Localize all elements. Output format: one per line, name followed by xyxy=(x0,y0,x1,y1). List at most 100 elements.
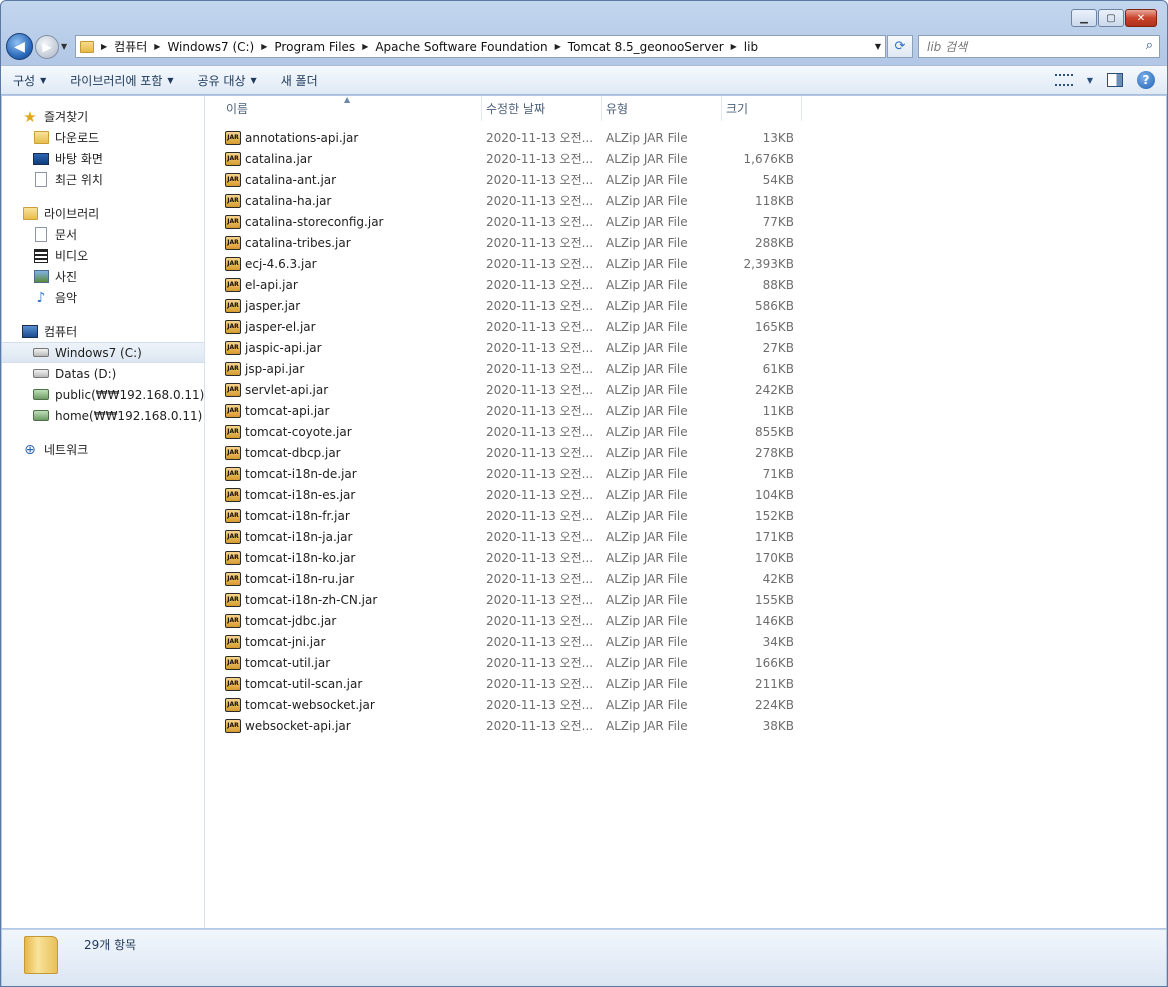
column-header-name[interactable]: 이름 xyxy=(222,96,482,121)
include-library-button[interactable]: 라이브러리에 포함 ▼ xyxy=(58,66,185,94)
file-row[interactable]: JAR tomcat-websocket.jar 2020-11-13 오전... A… xyxy=(222,694,802,715)
organize-button[interactable]: 구성 ▼ xyxy=(1,66,58,94)
breadcrumb-arrow-icon[interactable]: ▶ xyxy=(261,42,267,51)
file-name-cell[interactable]: JAR tomcat-i18n-ja.jar xyxy=(222,529,482,544)
file-name-cell[interactable]: JAR tomcat-i18n-zh-CN.jar xyxy=(222,592,482,607)
file-row[interactable]: JAR tomcat-i18n-ru.jar 2020-11-13 오전... ALZ… xyxy=(222,568,802,589)
file-row[interactable]: JAR jasper.jar 2020-11-13 오전... ALZip JAR F… xyxy=(222,295,802,316)
sidebar-item-documents[interactable]: 문서 xyxy=(2,224,204,245)
column-header-type[interactable]: 유형 xyxy=(602,96,722,121)
file-name-cell[interactable]: JAR catalina.jar xyxy=(222,151,482,166)
change-view-icon[interactable] xyxy=(1054,74,1073,86)
file-row[interactable]: JAR tomcat-util.jar 2020-11-13 오전... ALZip … xyxy=(222,652,802,673)
file-name-cell[interactable]: JAR jasper-el.jar xyxy=(222,319,482,334)
file-name-cell[interactable]: JAR tomcat-coyote.jar xyxy=(222,424,482,439)
file-row[interactable]: JAR catalina-ant.jar 2020-11-13 오전... ALZip… xyxy=(222,169,802,190)
sidebar-item-drive-y[interactable]: public(₩₩192.168.0.11) (Y:) xyxy=(2,384,204,405)
search-icon[interactable]: ⌕ xyxy=(1146,38,1153,53)
file-row[interactable]: JAR tomcat-util-scan.jar 2020-11-13 오전... A… xyxy=(222,673,802,694)
file-row[interactable]: JAR tomcat-jni.jar 2020-11-13 오전... ALZip J… xyxy=(222,631,802,652)
file-name-cell[interactable]: JAR tomcat-dbcp.jar xyxy=(222,445,482,460)
file-row[interactable]: JAR catalina.jar 2020-11-13 오전... ALZip JAR… xyxy=(222,148,802,169)
preview-pane-icon[interactable] xyxy=(1107,73,1123,87)
file-name-cell[interactable]: JAR tomcat-i18n-fr.jar xyxy=(222,508,482,523)
breadcrumb-arrow-icon[interactable]: ▶ xyxy=(101,42,107,51)
sidebar-item-downloads[interactable]: 다운로드 xyxy=(2,127,204,148)
new-folder-button[interactable]: 새 폴더 xyxy=(269,66,330,94)
file-name-cell[interactable]: JAR jasper.jar xyxy=(222,298,482,313)
file-name-cell[interactable]: JAR tomcat-api.jar xyxy=(222,403,482,418)
file-name-cell[interactable]: JAR jsp-api.jar xyxy=(222,361,482,376)
share-with-button[interactable]: 공유 대상 ▼ xyxy=(186,66,269,94)
column-header-date[interactable]: 수정한 날짜 xyxy=(482,96,602,121)
file-row[interactable]: JAR tomcat-i18n-fr.jar 2020-11-13 오전... ALZ… xyxy=(222,505,802,526)
file-name-cell[interactable]: JAR tomcat-i18n-ru.jar xyxy=(222,571,482,586)
file-row[interactable]: JAR servlet-api.jar 2020-11-13 오전... ALZip … xyxy=(222,379,802,400)
file-row[interactable]: JAR tomcat-i18n-de.jar 2020-11-13 오전... ALZ… xyxy=(222,463,802,484)
search-input[interactable] xyxy=(927,39,1127,54)
file-name-cell[interactable]: JAR tomcat-jdbc.jar xyxy=(222,613,482,628)
file-row[interactable]: JAR tomcat-api.jar 2020-11-13 오전... ALZip J… xyxy=(222,400,802,421)
file-name-cell[interactable]: JAR tomcat-jni.jar xyxy=(222,634,482,649)
sidebar-computer[interactable]: 컴퓨터 xyxy=(2,321,204,342)
file-row[interactable]: JAR tomcat-coyote.jar 2020-11-13 오전... ALZi… xyxy=(222,421,802,442)
file-row[interactable]: JAR ecj-4.6.3.jar 2020-11-13 오전... ALZip JA… xyxy=(222,253,802,274)
file-name-cell[interactable]: JAR catalina-storeconfig.jar xyxy=(222,214,482,229)
file-name-cell[interactable]: JAR tomcat-i18n-es.jar xyxy=(222,487,482,502)
sidebar-item-music[interactable]: ♪ 음악 xyxy=(2,287,204,308)
file-name-cell[interactable]: JAR ecj-4.6.3.jar xyxy=(222,256,482,271)
breadcrumb-apache[interactable]: Apache Software Foundation xyxy=(375,40,547,54)
address-dropdown-icon[interactable]: ▼ xyxy=(875,42,881,51)
file-row[interactable]: JAR tomcat-i18n-ko.jar 2020-11-13 오전... ALZ… xyxy=(222,547,802,568)
sidebar-item-drive-c[interactable]: Windows7 (C:) xyxy=(2,342,204,363)
file-name-cell[interactable]: JAR annotations-api.jar xyxy=(222,130,482,145)
close-button[interactable]: ✕ xyxy=(1125,9,1157,27)
file-name-cell[interactable]: JAR jaspic-api.jar xyxy=(222,340,482,355)
breadcrumb-arrow-icon[interactable]: ▶ xyxy=(154,42,160,51)
breadcrumb-program-files[interactable]: Program Files xyxy=(274,40,355,54)
file-row[interactable]: JAR tomcat-dbcp.jar 2020-11-13 오전... ALZip … xyxy=(222,442,802,463)
sidebar-item-pictures[interactable]: 사진 xyxy=(2,266,204,287)
file-row[interactable]: JAR jsp-api.jar 2020-11-13 오전... ALZip JAR … xyxy=(222,358,802,379)
file-row[interactable]: JAR jasper-el.jar 2020-11-13 오전... ALZip JA… xyxy=(222,316,802,337)
search-box[interactable]: ⌕ xyxy=(918,35,1160,58)
sidebar-item-desktop[interactable]: 바탕 화면 xyxy=(2,148,204,169)
breadcrumb-lib[interactable]: lib xyxy=(744,40,758,54)
help-icon[interactable]: ? xyxy=(1137,71,1155,89)
file-name-cell[interactable]: JAR websocket-api.jar xyxy=(222,718,482,733)
forward-button[interactable]: ▶ xyxy=(35,35,59,59)
file-name-cell[interactable]: JAR tomcat-util-scan.jar xyxy=(222,676,482,691)
file-name-cell[interactable]: JAR catalina-ha.jar xyxy=(222,193,482,208)
file-name-cell[interactable]: JAR tomcat-util.jar xyxy=(222,655,482,670)
file-name-cell[interactable]: JAR el-api.jar xyxy=(222,277,482,292)
file-name-cell[interactable]: JAR tomcat-i18n-ko.jar xyxy=(222,550,482,565)
minimize-button[interactable]: ▁ xyxy=(1071,9,1097,27)
file-row[interactable]: JAR tomcat-jdbc.jar 2020-11-13 오전... ALZip … xyxy=(222,610,802,631)
back-button[interactable]: ◀ xyxy=(6,33,33,60)
sidebar-item-drive-d[interactable]: Datas (D:) xyxy=(2,363,204,384)
file-name-cell[interactable]: JAR tomcat-i18n-de.jar xyxy=(222,466,482,481)
file-row[interactable]: JAR tomcat-i18n-zh-CN.jar 2020-11-13 오전...… xyxy=(222,589,802,610)
sidebar-libraries[interactable]: 라이브러리 xyxy=(2,203,204,224)
breadcrumb-computer[interactable]: 컴퓨터 xyxy=(114,38,147,55)
breadcrumb-arrow-icon[interactable]: ▶ xyxy=(555,42,561,51)
file-row[interactable]: JAR el-api.jar 2020-11-13 오전... ALZip JAR F… xyxy=(222,274,802,295)
file-row[interactable]: JAR tomcat-i18n-ja.jar 2020-11-13 오전... ALZ… xyxy=(222,526,802,547)
file-name-cell[interactable]: JAR servlet-api.jar xyxy=(222,382,482,397)
file-name-cell[interactable]: JAR catalina-ant.jar xyxy=(222,172,482,187)
refresh-button[interactable]: ⟳ xyxy=(887,35,913,58)
file-row[interactable]: JAR tomcat-i18n-es.jar 2020-11-13 오전... ALZ… xyxy=(222,484,802,505)
sidebar-favorites[interactable]: ★ 즐겨찾기 xyxy=(2,106,204,127)
column-header-size[interactable]: 크기 xyxy=(722,96,802,121)
file-name-cell[interactable]: JAR catalina-tribes.jar xyxy=(222,235,482,250)
sidebar-network[interactable]: ⊕ 네트워크 xyxy=(2,439,204,460)
breadcrumb-arrow-icon[interactable]: ▶ xyxy=(731,42,737,51)
file-row[interactable]: JAR websocket-api.jar 2020-11-13 오전... ALZi… xyxy=(222,715,802,736)
sidebar-item-drive-z[interactable]: home(₩₩192.168.0.11) (Z:) xyxy=(2,405,204,426)
sidebar-item-videos[interactable]: 비디오 xyxy=(2,245,204,266)
view-dropdown-icon[interactable]: ▼ xyxy=(1087,76,1093,85)
breadcrumb-arrow-icon[interactable]: ▶ xyxy=(362,42,368,51)
sidebar-item-recent-places[interactable]: 최근 위치 xyxy=(2,169,204,190)
recent-pages-dropdown-icon[interactable]: ▼ xyxy=(61,42,67,51)
file-row[interactable]: JAR catalina-tribes.jar 2020-11-13 오전... AL… xyxy=(222,232,802,253)
